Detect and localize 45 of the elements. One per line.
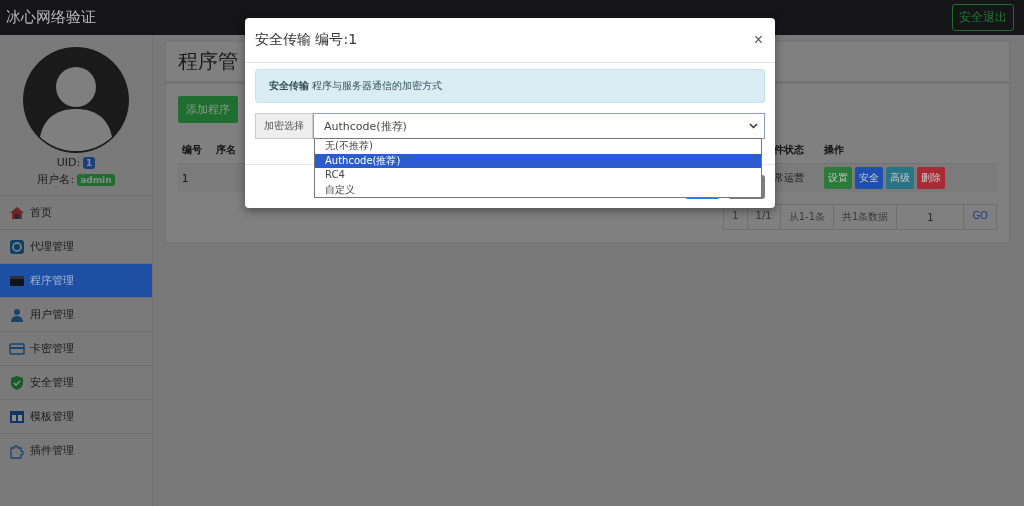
column-header: 操作 <box>824 143 844 157</box>
layout-icon <box>9 408 25 425</box>
user-icon <box>9 306 25 323</box>
info-alert: 安全传输 程序与服务器通信的加密方式 <box>255 69 765 103</box>
column-header: 编号 <box>182 144 202 155</box>
close-button[interactable]: × <box>751 31 765 49</box>
encryption-label: 加密选择 <box>255 113 313 139</box>
uid-label: UID: <box>56 156 81 169</box>
logout-button[interactable]: 安全退出 <box>952 4 1014 31</box>
sidebar-item[interactable]: 程序管理 <box>0 263 152 297</box>
username-label: 用户名: <box>37 172 75 187</box>
pagination-info: 从1-1条 <box>779 204 834 230</box>
sidebar-item[interactable]: 首页 <box>0 195 152 229</box>
username-badge: admin <box>77 173 115 186</box>
go-link[interactable]: GO <box>963 204 997 230</box>
column-header: 序名 <box>216 144 236 155</box>
brand-title: 冰心网络验证 <box>6 8 96 27</box>
add-program-button[interactable]: 添加程序 <box>178 96 238 123</box>
dropdown-option[interactable]: Authcode(推荐) <box>315 153 761 168</box>
pagination-info: 共1条数据 <box>833 204 898 230</box>
dropdown-option[interactable]: RC4 <box>315 168 761 183</box>
action-button[interactable]: 安全 <box>855 167 883 189</box>
page-input[interactable]: 1 <box>896 204 965 230</box>
sidebar-item[interactable]: 安全管理 <box>0 365 152 399</box>
sidebar-item[interactable]: 卡密管理 <box>0 331 152 365</box>
modal-title: 安全传输 编号:1 <box>255 31 358 49</box>
dropdown-option[interactable]: 无(不推荐) <box>315 139 761 154</box>
sidebar-item[interactable]: 插件管理 <box>0 433 152 467</box>
uid-badge: 1 <box>83 156 96 169</box>
sidebar-item[interactable]: 用户管理 <box>0 297 152 331</box>
action-button[interactable]: 删除 <box>917 167 945 189</box>
puzzle-icon <box>9 442 25 459</box>
sidebar-item[interactable]: 模板管理 <box>0 399 152 433</box>
shield-icon <box>9 374 25 391</box>
chevron-down-icon <box>749 123 758 129</box>
card-icon <box>9 340 25 357</box>
action-button[interactable]: 设置 <box>824 167 852 189</box>
badge-icon <box>9 238 25 255</box>
column-header: 件状态 <box>774 144 804 155</box>
home-icon <box>9 204 25 221</box>
dropdown-option[interactable]: 自定义 <box>315 182 761 197</box>
action-button[interactable]: 高级 <box>886 167 914 189</box>
table-cell: 1 <box>182 172 189 184</box>
panel-title: 程序管 <box>178 48 238 75</box>
table-cell: 常运营 <box>774 172 804 183</box>
